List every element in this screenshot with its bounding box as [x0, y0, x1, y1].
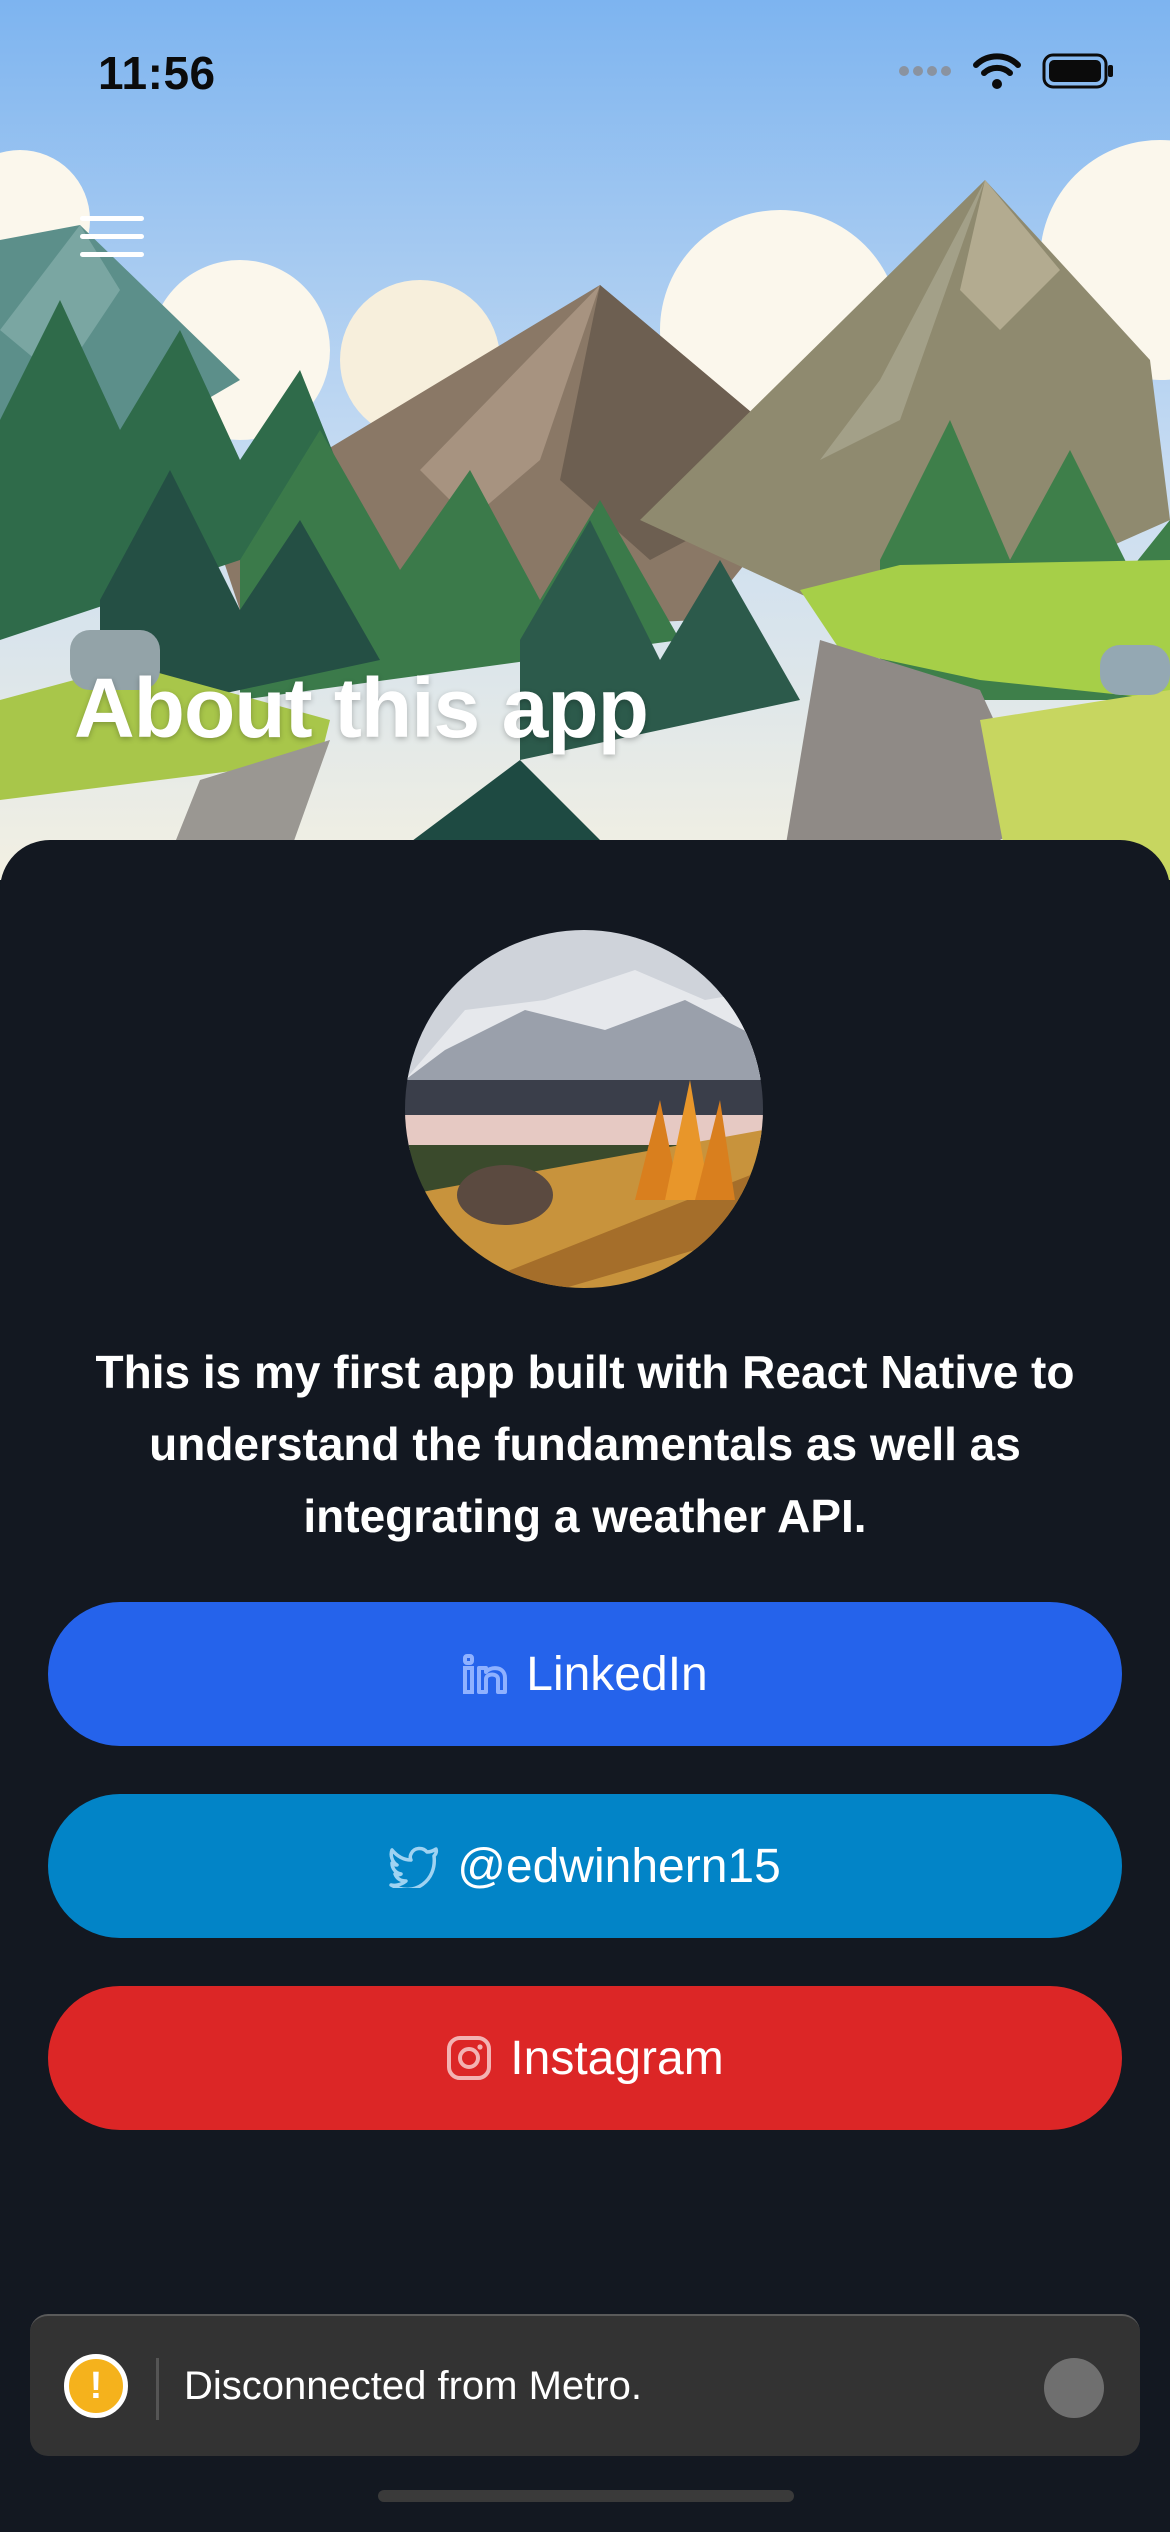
hamburger-menu-icon[interactable]: [80, 212, 148, 262]
wifi-icon: [973, 53, 1021, 89]
linkedin-icon: [462, 1652, 508, 1696]
signal-dots-icon: [899, 66, 951, 76]
toast-message: Disconnected from Metro.: [184, 2364, 642, 2408]
toast-divider: [156, 2358, 159, 2420]
metro-disconnect-toast[interactable]: ! Disconnected from Metro.: [30, 2314, 1140, 2456]
linkedin-label: LinkedIn: [526, 1647, 708, 1701]
instagram-icon: [446, 2035, 492, 2081]
instagram-button[interactable]: Instagram: [48, 1986, 1122, 2130]
page-title: About this app: [74, 661, 649, 755]
about-description: This is my first app built with React Na…: [95, 1346, 1075, 1542]
status-icons: [898, 52, 1114, 90]
twitter-button[interactable]: @edwinhern15: [48, 1794, 1122, 1938]
linkedin-button[interactable]: LinkedIn: [48, 1602, 1122, 1746]
battery-icon: [1042, 53, 1113, 89]
twitter-icon: [389, 1844, 439, 1888]
status-bar: 11:56: [0, 0, 1170, 150]
twitter-label: @edwinhern15: [457, 1839, 781, 1893]
landscape-avatar-image: [405, 930, 763, 1288]
status-time: 11:56: [98, 47, 216, 99]
warning-icon: !: [64, 2354, 128, 2418]
home-indicator[interactable]: [378, 2490, 794, 2502]
avatar: [405, 930, 763, 1288]
hero-banner: 11:56 About this app: [0, 0, 1170, 880]
instagram-label: Instagram: [510, 2031, 724, 2085]
toast-dismiss-button[interactable]: [1044, 2358, 1104, 2418]
